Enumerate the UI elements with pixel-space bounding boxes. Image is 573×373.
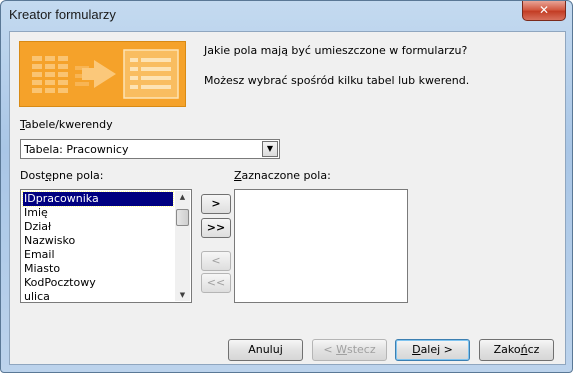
list-item[interactable]: Email	[23, 248, 173, 262]
close-icon: ✕	[538, 3, 550, 17]
chevron-down-icon: ▼	[266, 144, 274, 153]
source-label: Tabele/kwerendy	[20, 118, 113, 131]
source-combobox[interactable]: Tabela: Pracownicy ▼	[20, 139, 280, 159]
wizard-body: Jakie pola mają być umieszczone w formul…	[9, 31, 566, 365]
list-item[interactable]: ulica	[23, 290, 173, 304]
list-item[interactable]: Imię	[23, 206, 173, 220]
scrollbar-thumb[interactable]	[176, 209, 189, 226]
list-item[interactable]: Nazwisko	[23, 234, 173, 248]
list-item[interactable]: KodPocztowy	[23, 276, 173, 290]
close-button[interactable]: ✕	[522, 1, 566, 21]
list-item[interactable]: Miasto	[23, 262, 173, 276]
source-selected-value: Tabela: Pracownicy	[24, 143, 129, 156]
form-wizard-illustration-icon	[19, 41, 186, 107]
wizard-window: Kreator formularzy ✕ Jakie pola mają być…	[0, 0, 573, 373]
dropdown-button[interactable]: ▼	[262, 141, 278, 157]
vertical-scrollbar[interactable]: ▲ ▼	[175, 191, 190, 301]
cancel-button[interactable]: Anuluj	[228, 339, 303, 361]
add-all-fields-button[interactable]: >>	[201, 218, 231, 238]
list-item[interactable]: Dział	[23, 220, 173, 234]
finish-button[interactable]: Zakończ	[479, 339, 554, 361]
window-title: Kreator formularzy	[9, 7, 116, 22]
selected-fields-label: Zaznaczone pola:	[234, 169, 331, 182]
remove-all-fields-button[interactable]: <<	[201, 273, 231, 293]
add-field-button[interactable]: >	[201, 194, 231, 214]
available-fields-list[interactable]: IDpracownika Imię Dział Nazwisko Email M…	[20, 189, 192, 303]
remove-field-button[interactable]: <	[201, 251, 231, 271]
back-button[interactable]: < Wstecz	[312, 339, 387, 361]
next-button[interactable]: Dalej >	[395, 339, 470, 361]
scroll-up-arrow-icon[interactable]: ▲	[175, 191, 190, 203]
selected-fields-list[interactable]	[234, 189, 408, 303]
list-item[interactable]: IDpracownika	[22, 191, 174, 207]
available-fields-label: Dostępne pola:	[20, 169, 104, 182]
wizard-question: Jakie pola mają być umieszczone w formul…	[204, 44, 468, 57]
wizard-subtext: Możesz wybrać spośród kilku tabel lub kw…	[204, 74, 470, 87]
scroll-down-arrow-icon[interactable]: ▼	[175, 289, 190, 301]
